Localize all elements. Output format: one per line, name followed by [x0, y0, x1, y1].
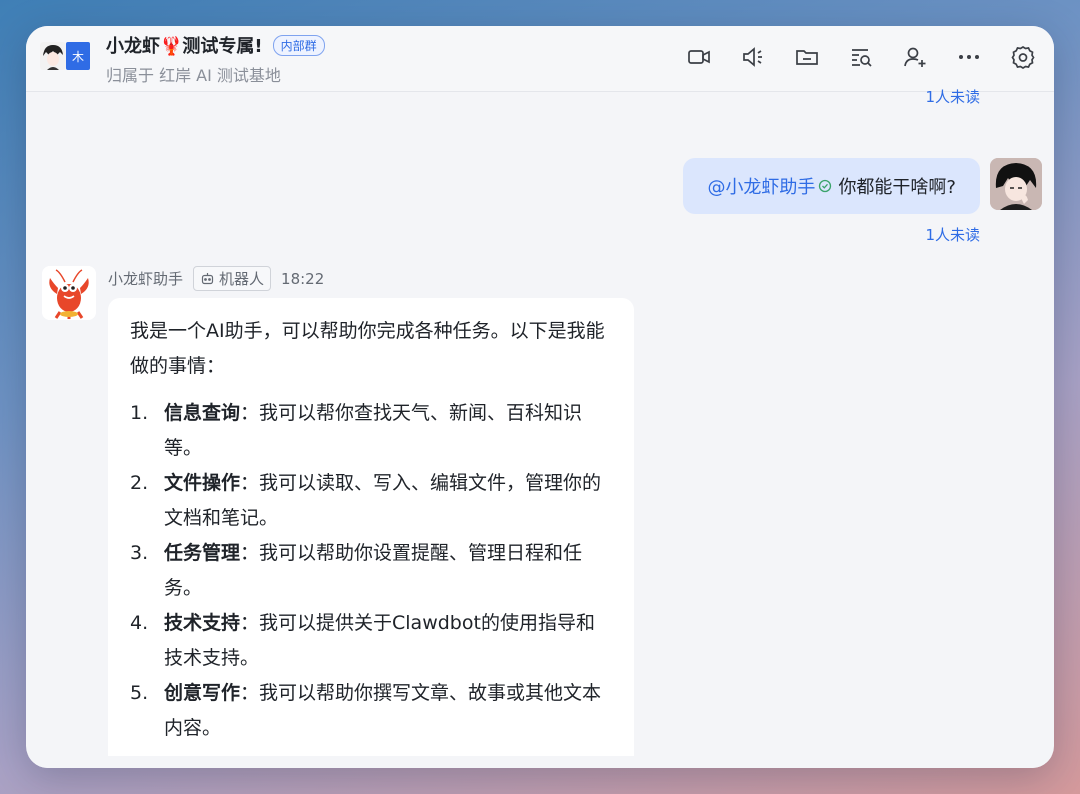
my-message-text: 你都能干啥啊?	[838, 177, 956, 198]
bot-intro-text: 我是一个AI助手，可以帮助你完成各种任务。以下是我能做的事情：	[130, 320, 605, 377]
group-title[interactable]: 小龙虾🦞测试专属!	[106, 32, 263, 58]
group-subtitle[interactable]: 归属于 红岸 AI 测试基地	[106, 62, 281, 86]
my-avatar[interactable]	[990, 158, 1042, 210]
chat-header: 木 小龙虾🦞测试专属! 内部群 归属于 红岸 AI 测试基地	[26, 26, 1054, 92]
read-check-icon	[819, 179, 832, 193]
mention-text: @小龙虾助手	[707, 177, 816, 198]
my-message-bubble[interactable]: @小龙虾助手 你都能干啥啊?	[683, 158, 980, 214]
mention[interactable]: @小龙虾助手	[707, 173, 832, 199]
bot-avatar[interactable]	[42, 266, 96, 320]
list-item: 4. 技术支持：我可以提供关于Clawdbot的使用指导和技术支持。	[130, 606, 612, 676]
bottom-edge	[26, 756, 1054, 768]
list-item-number: 4.	[130, 612, 149, 634]
list-item-number: 1.	[130, 402, 149, 424]
list-item-number: 5.	[130, 682, 149, 704]
header-toolbar	[684, 42, 1038, 72]
list-item-title: 技术支持	[164, 612, 241, 634]
speaker-icon[interactable]	[738, 42, 768, 72]
bot-message-meta: 小龙虾助手 机器人 18:22	[108, 266, 324, 291]
message-list[interactable]: 1人未读 @小龙虾助手 你都能干啥啊? 1人未读 小龙虾助手 机器人 18:22…	[26, 88, 1054, 768]
robot-tag-label: 机器人	[219, 270, 265, 288]
chat-window: 木 小龙虾🦞测试专属! 内部群 归属于 红岸 AI 测试基地 1人未读 @小龙虾…	[26, 26, 1054, 768]
list-item: 2. 文件操作：我可以读取、写入、编辑文件，管理你的文档和笔记。	[130, 466, 612, 536]
list-item: 1. 信息查询：我可以帮你查找天气、新闻、百科知识等。	[130, 396, 612, 466]
robot-icon	[201, 273, 214, 285]
list-item-title: 创意写作	[164, 682, 241, 704]
list-item-title: 文件操作	[164, 472, 241, 494]
read-status[interactable]: 1人未读	[925, 86, 980, 107]
bot-message-time: 18:22	[281, 269, 325, 288]
list-item: 5. 创意写作：我可以帮助你撰写文章、故事或其他文本内容。	[130, 676, 612, 746]
list-item-number: 2.	[130, 472, 149, 494]
group-badge: 木	[66, 42, 90, 70]
add-member-icon[interactable]	[900, 42, 930, 72]
search-messages-icon[interactable]	[846, 42, 876, 72]
group-avatar-face	[40, 42, 66, 70]
robot-tag: 机器人	[193, 266, 272, 291]
list-item-number: 3.	[130, 542, 149, 564]
list-item: 3. 任务管理：我可以帮助你设置提醒、管理日程和任务。	[130, 536, 612, 606]
bot-message-bubble[interactable]: 我是一个AI助手，可以帮助你完成各种任务。以下是我能做的事情： 1. 信息查询：…	[108, 298, 634, 768]
capability-list: 1. 信息查询：我可以帮你查找天气、新闻、百科知识等。 2. 文件操作：我可以读…	[130, 396, 612, 746]
video-call-icon[interactable]	[684, 42, 714, 72]
folder-icon[interactable]	[792, 42, 822, 72]
internal-group-tag: 内部群	[272, 34, 325, 56]
list-item-title: 信息查询	[164, 402, 241, 424]
settings-icon[interactable]	[1008, 42, 1038, 72]
group-avatar[interactable]: 木	[40, 42, 90, 72]
my-message-read-status[interactable]: 1人未读	[925, 224, 980, 245]
bot-name[interactable]: 小龙虾助手	[108, 268, 183, 289]
more-icon[interactable]	[954, 42, 984, 72]
list-item-title: 任务管理	[164, 542, 241, 564]
title-row: 小龙虾🦞测试专属! 内部群	[106, 32, 325, 58]
